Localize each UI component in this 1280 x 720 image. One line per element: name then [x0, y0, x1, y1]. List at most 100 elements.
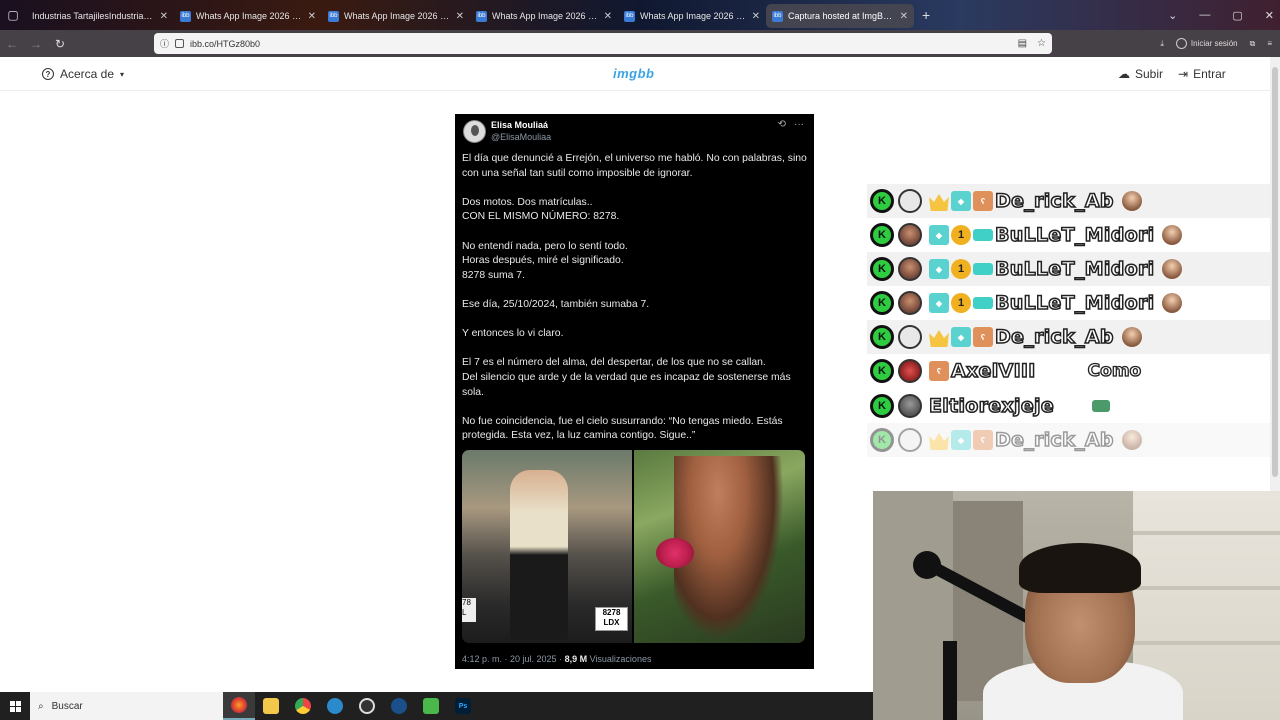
cloud-upload-icon: ☁ — [1118, 67, 1130, 81]
chat-username: De_rick_Ab — [994, 325, 1114, 349]
signin-label: Iniciar sesión — [1190, 39, 1238, 48]
avatar — [898, 394, 922, 418]
chat-message: K ◆ 1 BuLLeT_Midori — [867, 252, 1270, 286]
reader-view-icon[interactable]: ▤ — [1018, 38, 1027, 49]
chat-message: K ◆ ʕ De_rick_Ab — [867, 184, 1270, 218]
tweet-author-name: Elisa Mouliaá — [491, 120, 549, 130]
signin-button[interactable]: Iniciar sesión — [1175, 38, 1238, 49]
site-header: ? Acerca de ▾ imgbb ☁ Subir ⇥ Entrar — [0, 57, 1270, 91]
kick-badge-icon: K — [870, 257, 894, 281]
tab-title: Whats App Image 2026 02 09 a — [640, 11, 747, 21]
browser-tab[interactable]: ibb Whats App Image 2026 02 09 a ✕ — [322, 4, 470, 28]
user-badges: ◆ ʕ De_rick_Ab — [929, 325, 1142, 349]
user-badges: ʕ AxelVIII Como — [929, 359, 1142, 383]
taskbar-search-input[interactable]: ⌕ Buscar — [30, 692, 223, 720]
search-icon: ⌕ — [38, 700, 44, 712]
close-icon[interactable]: ✕ — [604, 11, 612, 22]
chat-message: K Eltiorexjeje — [867, 389, 1270, 423]
photoshop-icon[interactable]: Ps — [447, 692, 479, 720]
bear-badge-icon: ʕ — [929, 361, 949, 381]
search-placeholder: Buscar — [51, 700, 83, 712]
app-icon[interactable] — [415, 692, 447, 720]
back-icon[interactable]: ← — [0, 37, 24, 51]
new-tab-icon[interactable]: + — [914, 7, 938, 23]
webcam-overlay — [873, 491, 1280, 720]
chat-message: K ◆ ʕ De_rick_Ab — [867, 423, 1270, 457]
browser-tab[interactable]: ibb Whats App Image 2026 02 09 a ✕ — [174, 4, 322, 28]
avatar — [898, 189, 922, 213]
minimize-icon[interactable]: — — [1199, 9, 1210, 21]
close-icon[interactable]: ✕ — [752, 11, 760, 22]
license-plate-right: 8278 LDX — [595, 607, 628, 631]
downloads-icon[interactable]: ⤓ — [1160, 39, 1164, 49]
maximize-icon[interactable]: ▢ — [1232, 9, 1242, 22]
chat-username: BuLLeT_Midori — [994, 291, 1155, 315]
photo-flowers — [634, 450, 805, 643]
firefox-icon[interactable] — [223, 692, 255, 720]
info-icon[interactable]: ⓘ — [160, 37, 169, 50]
subscriber-badge-icon: ◆ — [929, 225, 949, 245]
about-label: Acerca de — [60, 67, 115, 81]
tab-title: Industrias TartajilesIndustrias Tartaji — [32, 11, 155, 21]
browser-nav-bar: ← → ↻ ⓘ ibb.co/HTGz80b0 ▤ ☆ ⤓ Iniciar se… — [0, 30, 1280, 57]
tab-title: Whats App Image 2026 02 09 a — [196, 11, 303, 21]
chat-message-text: Como — [1087, 360, 1142, 381]
browser-tab[interactable]: ibb Whats App Image 2026 02 09 a ✕ — [618, 4, 766, 28]
chevron-down-icon[interactable]: ⌄ — [1168, 9, 1177, 22]
login-label: Entrar — [1193, 67, 1226, 81]
scrollbar-thumb[interactable] — [1272, 67, 1278, 477]
imgbb-favicon-icon: ibb — [328, 10, 339, 22]
close-icon[interactable]: ✕ — [308, 11, 316, 22]
site-logo[interactable]: imgbb — [613, 66, 655, 81]
menu-icon[interactable]: ≡ — [1267, 39, 1272, 48]
upload-button[interactable]: ☁ Subir — [1118, 67, 1163, 81]
mic-stand — [943, 641, 957, 720]
close-window-icon[interactable]: ✕ — [1265, 9, 1274, 22]
windows-start-icon[interactable] — [0, 692, 30, 720]
chat-username: BuLLeT_Midori — [994, 223, 1155, 247]
file-explorer-icon[interactable] — [255, 692, 287, 720]
about-menu[interactable]: ? Acerca de ▾ — [42, 67, 124, 81]
tweet-text: El día que denuncié a Errejón, el univer… — [462, 153, 807, 442]
avatar — [898, 257, 922, 281]
url-text[interactable]: ibb.co/HTGz80b0 — [190, 39, 260, 49]
hosted-image[interactable]: Elisa Mouliaá @ElisaMouliaa ⟲ ··· El día… — [455, 114, 814, 669]
face-emote-icon — [1162, 293, 1183, 313]
login-button[interactable]: ⇥ Entrar — [1178, 67, 1226, 81]
lock-icon[interactable] — [175, 39, 185, 48]
kick-badge-icon: K — [870, 291, 894, 315]
taskbar-apps: Ps — [223, 692, 479, 720]
ccleaner-icon[interactable] — [319, 692, 351, 720]
avatar — [463, 120, 486, 143]
browser-tab[interactable]: ibb Whats App Image 2026 02 09 a ✕ — [470, 4, 618, 28]
kick-badge-icon: K — [870, 325, 894, 349]
chat-username: BuLLeT_Midori — [994, 257, 1155, 281]
avatar — [898, 223, 922, 247]
chrome-icon[interactable] — [287, 692, 319, 720]
taskbar: ⌕ Buscar Ps — [0, 692, 873, 720]
close-icon[interactable]: ✕ — [900, 11, 908, 22]
steam-icon[interactable] — [383, 692, 415, 720]
forward-icon[interactable]: → — [24, 37, 48, 51]
tab-list-icon[interactable]: ▢ — [0, 0, 26, 30]
address-bar[interactable]: ⓘ ibb.co/HTGz80b0 ▤ ☆ — [154, 33, 1052, 54]
extensions-icon[interactable]: ⧉ — [1250, 39, 1256, 49]
chat-message: K ʕ AxelVIII Como — [867, 354, 1270, 388]
grok-icon: ⟲ — [777, 119, 786, 130]
chat-message: K ◆ 1 BuLLeT_Midori — [867, 286, 1270, 320]
reload-icon[interactable]: ↻ — [48, 37, 72, 51]
chat-username: AxelVIII — [950, 359, 1036, 383]
imgbb-favicon-icon: ibb — [624, 10, 635, 22]
face-emote-icon — [1162, 259, 1183, 279]
face-emote-icon — [1121, 430, 1142, 450]
bookmark-star-icon[interactable]: ☆ — [1037, 38, 1046, 49]
tweet-time: 4:12 p. m. · 20 jul. 2025 · — [462, 654, 565, 664]
tab-title: Captura hosted at ImgBB — Im — [788, 11, 895, 21]
browser-tab-active[interactable]: ibb Captura hosted at ImgBB — Im ✕ — [766, 4, 914, 28]
bar-badge-icon — [973, 229, 993, 241]
obs-icon[interactable] — [351, 692, 383, 720]
tweet-views-count: 8,9 M — [564, 654, 588, 664]
close-icon[interactable]: ✕ — [456, 11, 464, 22]
close-icon[interactable]: ✕ — [160, 11, 168, 22]
browser-tab[interactable]: Industrias TartajilesIndustrias Tartaji ✕ — [26, 4, 174, 28]
